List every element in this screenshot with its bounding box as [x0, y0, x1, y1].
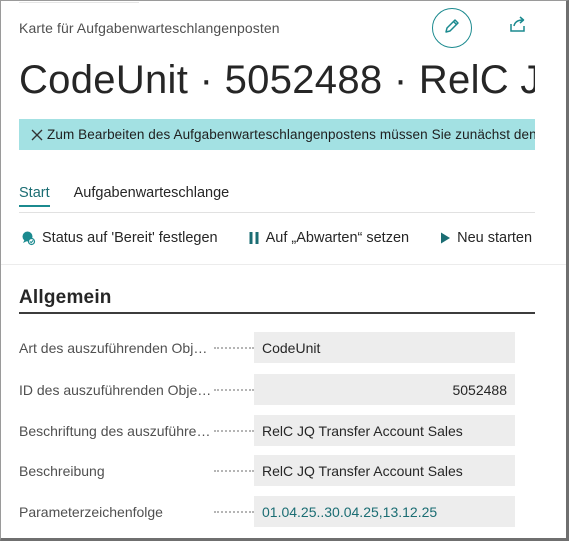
- field-object-caption: Beschriftung des auszuführenden Objekts …: [19, 415, 515, 446]
- object-id-value[interactable]: 5052488: [254, 374, 515, 405]
- close-icon[interactable]: [31, 129, 43, 141]
- tab-aufgabenwarteschlange[interactable]: Aufgabenwarteschlange: [74, 185, 230, 207]
- pencil-icon: [443, 17, 461, 40]
- description-value[interactable]: RelC JQ Transfer Account Sales: [254, 455, 515, 486]
- field-leader: [212, 496, 254, 527]
- info-banner: Zum Bearbeiten des Aufgabenwarteschlange…: [19, 119, 535, 150]
- share-button[interactable]: [505, 13, 531, 39]
- field-parameter-string: Parameterzeichenfolge 01.04.25..30.04.25…: [19, 496, 515, 527]
- field-label: Beschriftung des auszuführenden Objekts: [19, 422, 212, 439]
- top-strip: [1, 1, 566, 7]
- set-on-hold-button[interactable]: Auf „Abwarten“ setzen: [248, 230, 409, 246]
- field-object-id: ID des auszuführenden Objekts 5052488: [19, 374, 515, 405]
- field-leader: [212, 374, 254, 405]
- banner-message: Zum Bearbeiten des Aufgabenwarteschlange…: [47, 127, 535, 142]
- tab-bar: Start Aufgabenwarteschlange: [19, 185, 229, 207]
- field-leader: [212, 415, 254, 446]
- action-bar: Status auf 'Bereit' festlegen Auf „Abwar…: [19, 229, 535, 246]
- object-type-value[interactable]: CodeUnit: [254, 332, 515, 363]
- set-ready-label: Status auf 'Bereit' festlegen: [42, 229, 218, 246]
- page-title: CodeUnit · 5052488 · RelC JQ Transfer Ac…: [19, 58, 535, 102]
- field-description: Beschreibung RelC JQ Transfer Account Sa…: [19, 455, 515, 486]
- field-label: ID des auszuführenden Objekts: [19, 381, 212, 398]
- section-title-general[interactable]: Allgemein: [19, 287, 112, 309]
- tab-start[interactable]: Start: [19, 185, 50, 207]
- restart-label: Neu starten: [457, 229, 533, 246]
- field-label: Beschreibung: [19, 462, 105, 479]
- section-divider: [19, 312, 535, 314]
- field-label: Art des auszuführenden Objekts: [19, 339, 212, 356]
- set-ready-button[interactable]: Status auf 'Bereit' festlegen: [19, 229, 218, 246]
- pause-icon: [248, 231, 260, 245]
- window-frame: Karte für Aufgabenwarteschlangenposten C…: [0, 0, 569, 541]
- field-leader: [212, 332, 254, 363]
- ready-status-icon: [19, 229, 36, 246]
- field-object-type: Art des auszuführenden Objekts CodeUnit: [19, 332, 515, 363]
- parameter-string-value[interactable]: 01.04.25..30.04.25,13.12.25: [254, 496, 515, 527]
- play-icon: [439, 231, 451, 245]
- edit-button[interactable]: [432, 8, 472, 48]
- field-leader: [212, 455, 254, 486]
- share-icon: [508, 15, 528, 38]
- top-strip-ghost: [19, 1, 139, 3]
- set-on-hold-label: Auf „Abwarten“ setzen: [265, 229, 410, 246]
- page-caption: Karte für Aufgabenwarteschlangenposten: [19, 20, 280, 36]
- section-top-divider: [1, 264, 566, 265]
- restart-button[interactable]: Neu starten: [439, 230, 532, 246]
- object-caption-value[interactable]: RelC JQ Transfer Account Sales: [254, 415, 515, 446]
- field-label: Parameterzeichenfolge: [19, 503, 163, 520]
- tabs-divider: [19, 212, 535, 213]
